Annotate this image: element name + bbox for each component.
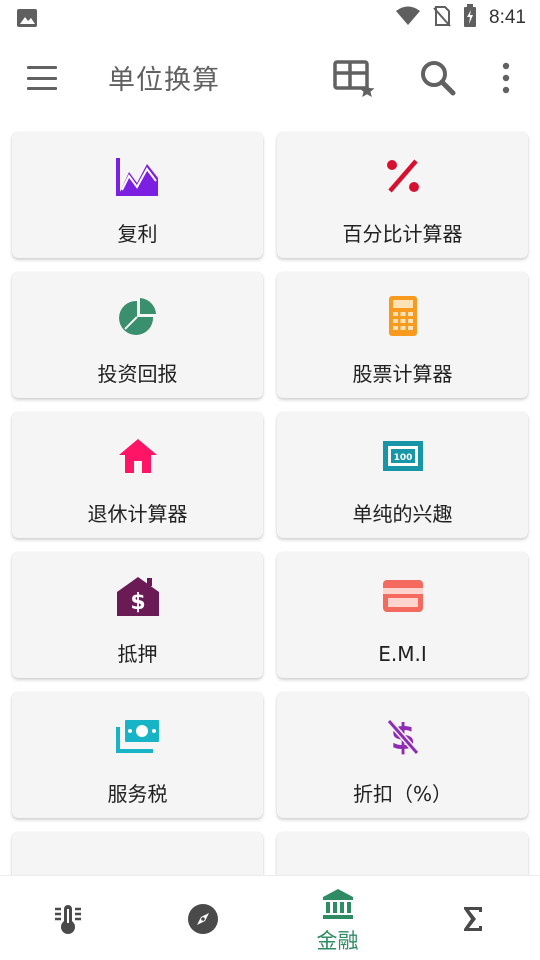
card-retirement-calculator[interactable]: 退休计算器 xyxy=(12,412,263,538)
grid-star-icon xyxy=(333,60,375,97)
search-button[interactable] xyxy=(416,56,460,100)
card-label: 百分比计算器 xyxy=(342,222,463,246)
card-compound-interest[interactable]: 复利 xyxy=(12,132,263,258)
card-label: 抵押 xyxy=(117,642,158,666)
card-emi[interactable]: E.M.I xyxy=(277,552,528,678)
favorites-grid-button[interactable] xyxy=(332,56,376,100)
card-label: 折扣（%） xyxy=(352,782,452,806)
svg-text:100: 100 xyxy=(393,453,412,463)
pie-chart-icon xyxy=(115,296,161,336)
search-icon xyxy=(421,61,456,96)
bank-icon xyxy=(322,888,354,920)
card-partial-right[interactable] xyxy=(277,832,528,875)
card-label: 服务税 xyxy=(107,782,168,806)
overflow-menu-button[interactable] xyxy=(486,56,526,100)
sigma-icon xyxy=(457,903,489,935)
card-simple-interest[interactable]: 100 单纯的兴趣 xyxy=(277,412,528,538)
status-time: 8:41 xyxy=(489,7,526,28)
no-sim-icon xyxy=(433,5,451,31)
card-label: E.M.I xyxy=(378,642,427,666)
credit-card-icon xyxy=(380,576,426,616)
banknote-100-icon: 100 xyxy=(380,436,426,476)
compass-icon xyxy=(187,903,219,935)
line-chart-icon xyxy=(115,156,161,196)
nav-math[interactable] xyxy=(405,876,540,960)
partial-card-icon xyxy=(380,856,426,875)
menu-icon-line xyxy=(27,66,57,69)
menu-icon-line xyxy=(27,87,57,90)
card-stock-calculator[interactable]: 股票计算器 xyxy=(277,272,528,398)
menu-button[interactable] xyxy=(22,62,62,94)
card-label: 复利 xyxy=(117,222,158,246)
percent-icon xyxy=(380,156,426,196)
wifi-icon xyxy=(395,6,421,30)
card-mortgage[interactable]: $ 抵押 xyxy=(12,552,263,678)
calculator-icon xyxy=(380,296,426,336)
card-discount-percent[interactable]: $ 折扣（%） xyxy=(277,692,528,818)
card-service-tax[interactable]: 服务税 xyxy=(12,692,263,818)
card-label: 退休计算器 xyxy=(87,502,188,526)
nav-temperature[interactable] xyxy=(0,876,135,960)
more-vertical-icon xyxy=(502,62,510,94)
card-label: 单纯的兴趣 xyxy=(352,502,453,526)
menu-icon-line xyxy=(27,76,57,80)
home-icon xyxy=(115,436,161,476)
image-notification-icon xyxy=(16,8,38,28)
card-partial-left[interactable] xyxy=(12,832,263,875)
card-label: 股票计算器 xyxy=(352,362,453,386)
money-stack-icon xyxy=(115,716,161,756)
nav-finance-label: 金融 xyxy=(316,929,359,953)
card-percentage-calculator[interactable]: 百分比计算器 xyxy=(277,132,528,258)
card-label: 投资回报 xyxy=(97,362,178,386)
page-title: 单位换算 xyxy=(108,65,220,96)
card-investment-return[interactable]: 投资回报 xyxy=(12,272,263,398)
nav-compass[interactable] xyxy=(135,876,270,960)
thermometer-icon xyxy=(52,903,84,935)
app-bar: 单位换算 xyxy=(0,36,540,120)
nav-finance[interactable]: 金融 xyxy=(270,876,405,960)
battery-charging-icon xyxy=(463,4,477,32)
partial-icon xyxy=(115,856,161,875)
house-dollar-icon: $ xyxy=(115,576,161,616)
calculator-grid: 复利 百分比计算器 投资回报 股票计算器 退休计算器 100 单纯的兴趣 $ 抵… xyxy=(0,120,540,875)
bottom-navigation: 金融 xyxy=(0,875,540,960)
dollar-strike-icon: $ xyxy=(380,716,426,757)
status-bar: 8:41 xyxy=(0,0,540,36)
svg-text:$: $ xyxy=(130,590,145,615)
